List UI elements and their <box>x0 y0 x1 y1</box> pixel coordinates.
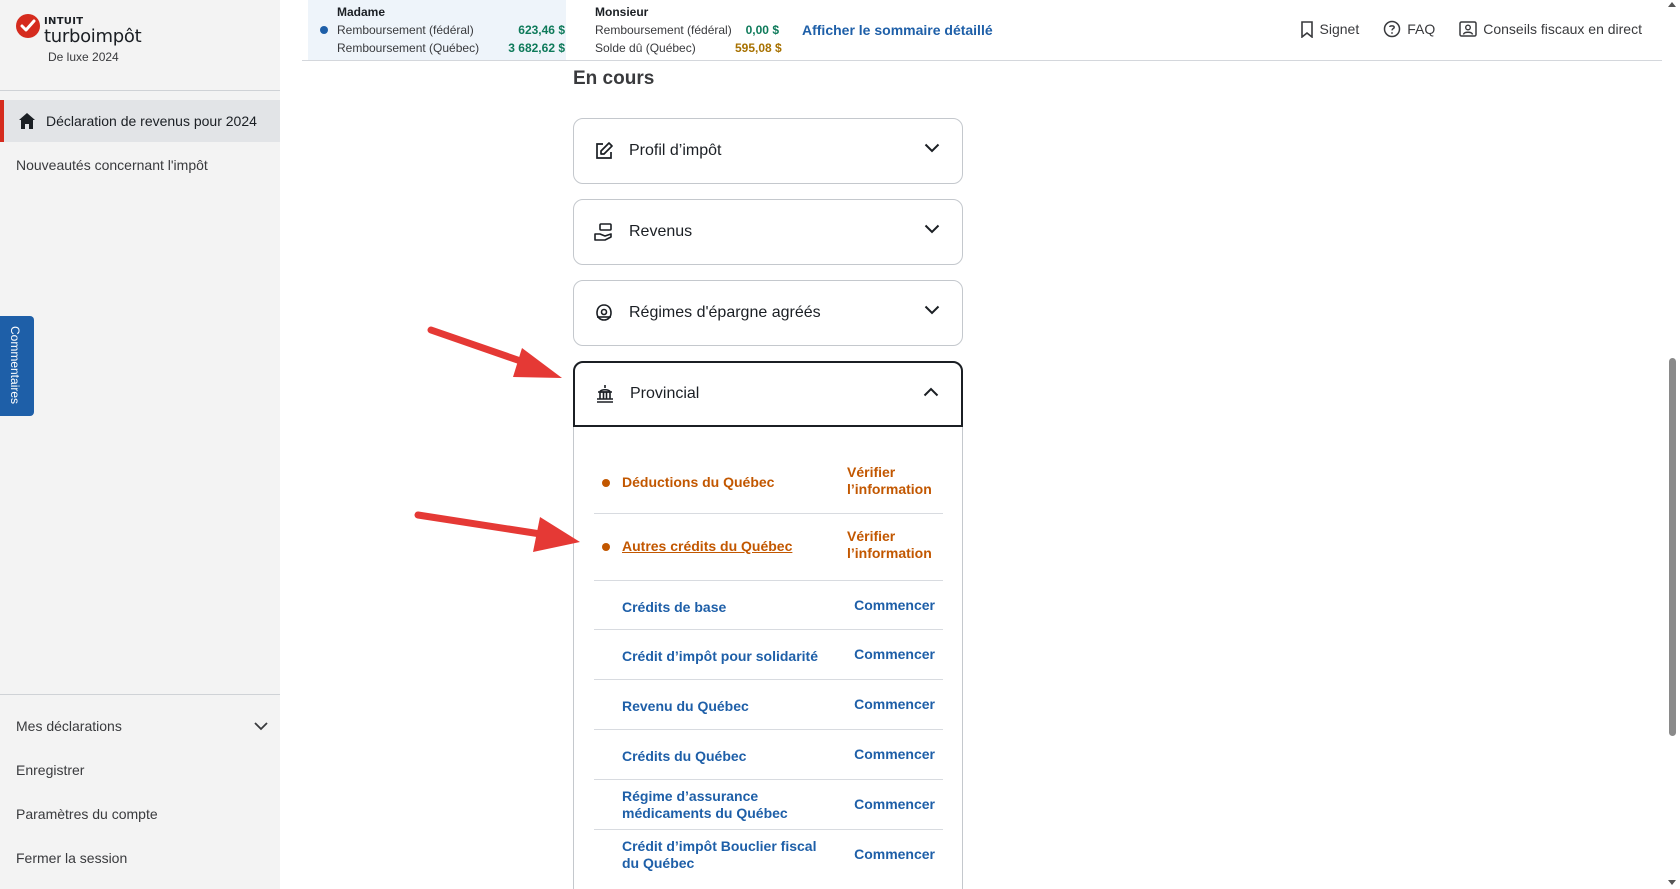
checkmark-logo-icon <box>16 14 40 38</box>
sidebar-item-my-returns[interactable]: Mes déclarations <box>16 718 268 734</box>
accordion-tax-profile[interactable]: Profil d’impôt <box>573 118 963 184</box>
madame-federal-row: Remboursement (fédéral) 623,46 $ <box>337 23 565 37</box>
logo-brand-text: turboimpôt <box>44 26 142 47</box>
scrollbar-thumb[interactable] <box>1669 358 1676 736</box>
summary-value: 3 682,62 $ <box>508 41 565 55</box>
question-circle-icon <box>1383 20 1401 38</box>
annotation-arrow-icon <box>427 326 562 378</box>
active-person-indicator <box>320 26 328 34</box>
chevron-down-icon <box>924 224 940 234</box>
start-action-link[interactable]: Commencer <box>854 846 935 863</box>
item-label[interactable]: Crédit d’impôt pour solidarité <box>622 648 837 665</box>
start-action-link[interactable]: Commencer <box>854 796 935 813</box>
provincial-panel: Déductions du Québec Vérifier l’informat… <box>573 427 963 889</box>
review-action-link[interactable]: Vérifier l’information <box>847 464 935 498</box>
accordion-label: Régimes d'épargne agréés <box>629 304 821 321</box>
list-item-quebec-income[interactable]: Revenu du Québec Commencer <box>594 680 943 730</box>
sidebar-item-save[interactable]: Enregistrer <box>16 762 84 778</box>
sidebar-divider <box>0 694 280 695</box>
madame-quebec-row: Remboursement (Québec) 3 682,62 $ <box>337 41 565 55</box>
sidebar: INTUIT turboimpôt De luxe 2024 Déclarati… <box>0 0 280 889</box>
feedback-tab-label: Commentaires <box>8 326 22 405</box>
item-label[interactable]: Crédits du Québec <box>622 748 837 765</box>
live-advice-button[interactable]: Conseils fiscaux en direct <box>1459 21 1642 37</box>
sidebar-item-label: Déclaration de revenus pour 2024 <box>46 113 257 129</box>
sidebar-item-account-settings[interactable]: Paramètres du compte <box>16 806 158 822</box>
accordion-label: Profil d’impôt <box>629 142 722 159</box>
sidebar-item-tax-return[interactable]: Déclaration de revenus pour 2024 <box>0 100 280 142</box>
summary-value: 595,08 $ <box>735 41 782 55</box>
item-label[interactable]: Déductions du Québec <box>622 474 837 491</box>
list-item-quebec-deductions[interactable]: Déductions du Québec Vérifier l’informat… <box>594 427 943 514</box>
monsieur-federal-row: Remboursement (fédéral) 0,00 $ <box>595 23 779 37</box>
list-item-quebec-credits[interactable]: Crédits du Québec Commencer <box>594 730 943 780</box>
list-item-drug-insurance[interactable]: Régime d’assurance médicaments du Québec… <box>594 780 943 830</box>
sidebar-item-sign-out[interactable]: Fermer la session <box>16 850 127 866</box>
accordion-provincial[interactable]: Provincial <box>573 361 963 427</box>
summary-value: 623,46 $ <box>518 23 565 37</box>
annotation-arrow-icon <box>414 511 580 552</box>
feedback-tab[interactable]: Commentaires <box>0 316 34 416</box>
summary-label: Remboursement (fédéral) <box>595 23 732 37</box>
bookmark-label: Signet <box>1319 21 1360 37</box>
sidebar-item-tax-news[interactable]: Nouveautés concernant l'impôt <box>16 157 208 173</box>
section-title: En cours <box>573 68 655 89</box>
summary-label: Remboursement (Québec) <box>337 41 480 55</box>
chevron-down-icon <box>924 143 940 153</box>
warning-status-dot <box>602 543 610 551</box>
top-tools: Signet FAQ Conseils fiscaux en direct <box>1276 20 1642 38</box>
scroll-down-icon[interactable] <box>1668 880 1676 885</box>
start-action-link[interactable]: Commencer <box>854 746 935 763</box>
accordion-income[interactable]: Revenus <box>573 199 963 265</box>
chevron-up-icon <box>923 387 939 397</box>
government-building-icon <box>597 385 613 403</box>
home-icon <box>19 113 35 129</box>
summary-label: Solde dû (Québec) <box>595 41 696 55</box>
start-action-link[interactable]: Commencer <box>854 597 935 614</box>
scroll-up-icon[interactable] <box>1668 2 1676 7</box>
sidebar-item-label: Mes déclarations <box>16 718 122 734</box>
start-action-link[interactable]: Commencer <box>854 646 935 663</box>
bookmark-button[interactable]: Signet <box>1300 20 1360 38</box>
product-edition: De luxe 2024 <box>48 50 119 64</box>
piggy-bank-icon <box>596 304 612 321</box>
accordion-label: Revenus <box>629 223 693 240</box>
header-divider <box>302 60 1662 61</box>
item-label[interactable]: Revenu du Québec <box>622 698 837 715</box>
list-item-tax-shield[interactable]: Crédit d’impôt Bouclier fiscal du Québec… <box>594 830 943 880</box>
item-label[interactable]: Régime d’assurance médicaments du Québec <box>622 788 802 822</box>
faq-label: FAQ <box>1407 21 1436 37</box>
live-advice-label: Conseils fiscaux en direct <box>1483 21 1642 37</box>
live-expert-icon <box>1459 21 1477 37</box>
edit-icon <box>596 142 613 159</box>
income-hand-icon <box>594 223 612 241</box>
sidebar-divider <box>0 90 280 91</box>
item-label[interactable]: Autres crédits du Québec <box>622 538 837 555</box>
summary-label: Remboursement (fédéral) <box>337 23 474 37</box>
summary-value: 0,00 $ <box>745 23 779 37</box>
bookmark-icon <box>1300 20 1313 38</box>
list-item-solidarity-credit[interactable]: Crédit d’impôt pour solidarité Commencer <box>594 630 943 680</box>
list-item-other-quebec-credits[interactable]: Autres crédits du Québec Vérifier l’info… <box>594 514 943 581</box>
review-action-link[interactable]: Vérifier l’information <box>847 528 935 562</box>
monsieur-quebec-row: Solde dû (Québec) 595,08 $ <box>595 41 782 55</box>
detailed-summary-link[interactable]: Afficher le sommaire détaillé <box>802 22 993 38</box>
faq-button[interactable]: FAQ <box>1383 20 1435 38</box>
warning-status-dot <box>602 479 610 487</box>
app-root: INTUIT turboimpôt De luxe 2024 Déclarati… <box>0 0 1680 889</box>
item-label[interactable]: Crédit d’impôt Bouclier fiscal du Québec <box>622 838 827 872</box>
chevron-down-icon <box>924 305 940 315</box>
list-item-basic-credits[interactable]: Crédits de base Commencer <box>594 581 943 630</box>
accordion-registered-savings[interactable]: Régimes d'épargne agréés <box>573 280 963 346</box>
madame-name: Madame <box>337 5 386 19</box>
item-label[interactable]: Crédits de base <box>622 599 837 616</box>
chevron-down-icon <box>254 721 268 730</box>
monsieur-name: Monsieur <box>595 5 649 19</box>
start-action-link[interactable]: Commencer <box>854 696 935 713</box>
accordion-label: Provincial <box>630 385 700 402</box>
